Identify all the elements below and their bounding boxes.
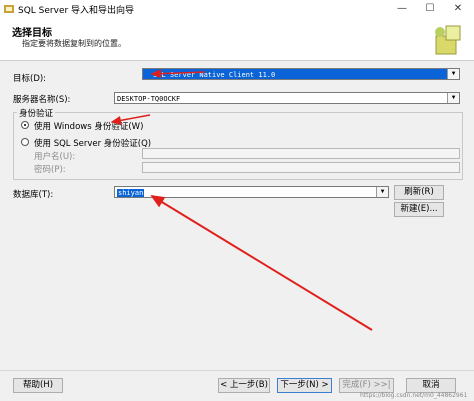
watermark: https://blog.csdn.net/m0_44862961: [360, 392, 468, 399]
next-button[interactable]: 下一步(N) >: [277, 378, 332, 393]
annotation-arrow-top: [150, 69, 206, 79]
annotation-arrow-bottom: [150, 194, 373, 331]
back-button[interactable]: < 上一步(B): [218, 378, 270, 393]
cancel-button[interactable]: 取消: [406, 378, 456, 393]
footer-divider: [0, 370, 474, 371]
annotation-arrows: [110, 69, 373, 331]
finish-button[interactable]: 完成(F) >>|: [339, 378, 394, 393]
annotation-arrow-mid: [110, 114, 151, 125]
help-button[interactable]: 帮助(H): [13, 378, 63, 393]
